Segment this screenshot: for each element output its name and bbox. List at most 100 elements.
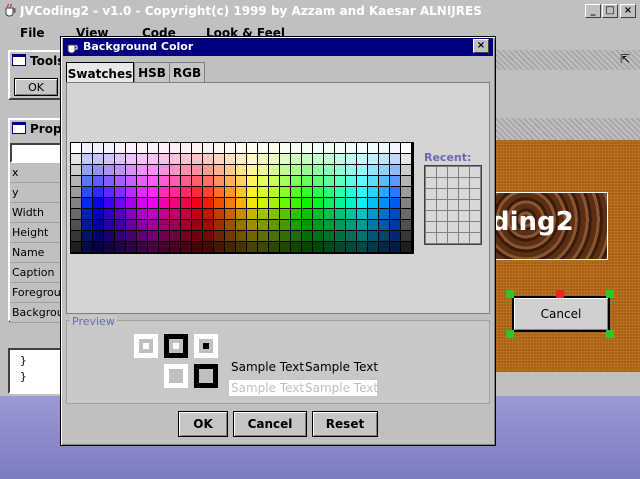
color-swatch[interactable] xyxy=(379,209,389,219)
color-swatch[interactable] xyxy=(269,154,279,164)
color-swatch[interactable] xyxy=(258,209,268,219)
color-swatch[interactable] xyxy=(71,176,81,186)
color-swatch[interactable] xyxy=(225,220,235,230)
color-swatch[interactable] xyxy=(269,220,279,230)
color-swatch[interactable] xyxy=(302,143,312,153)
color-swatch[interactable] xyxy=(357,220,367,230)
color-swatch[interactable] xyxy=(170,242,180,252)
color-swatch[interactable] xyxy=(324,154,334,164)
color-swatch[interactable] xyxy=(159,154,169,164)
color-swatch[interactable] xyxy=(390,198,400,208)
color-swatch[interactable] xyxy=(258,176,268,186)
color-swatch[interactable] xyxy=(324,242,334,252)
color-swatch[interactable] xyxy=(82,165,92,175)
recent-swatch[interactable] xyxy=(448,211,458,221)
color-swatch[interactable] xyxy=(203,231,213,241)
color-swatch[interactable] xyxy=(214,187,224,197)
color-swatch[interactable] xyxy=(137,242,147,252)
color-swatch[interactable] xyxy=(159,220,169,230)
color-swatch[interactable] xyxy=(346,165,356,175)
color-swatch[interactable] xyxy=(302,242,312,252)
cancel-button[interactable]: Cancel xyxy=(233,411,307,437)
recent-swatch[interactable] xyxy=(470,189,480,199)
color-swatch[interactable] xyxy=(148,143,158,153)
color-swatch[interactable] xyxy=(247,209,257,219)
color-swatch[interactable] xyxy=(313,198,323,208)
recent-swatch[interactable] xyxy=(426,222,436,232)
color-swatch[interactable] xyxy=(148,231,158,241)
color-swatch[interactable] xyxy=(203,198,213,208)
color-swatch[interactable] xyxy=(379,231,389,241)
color-swatch[interactable] xyxy=(379,154,389,164)
color-swatch[interactable] xyxy=(291,187,301,197)
color-swatch[interactable] xyxy=(368,187,378,197)
color-swatch[interactable] xyxy=(280,242,290,252)
color-swatch[interactable] xyxy=(225,242,235,252)
color-swatch[interactable] xyxy=(126,198,136,208)
recent-swatch[interactable] xyxy=(426,167,436,177)
color-swatch[interactable] xyxy=(236,176,246,186)
tools-ok-button[interactable]: OK xyxy=(14,78,58,96)
color-swatch[interactable] xyxy=(236,220,246,230)
recent-swatch[interactable] xyxy=(437,178,447,188)
color-swatch[interactable] xyxy=(291,209,301,219)
color-swatch[interactable] xyxy=(335,187,345,197)
color-swatch[interactable] xyxy=(269,198,279,208)
color-swatch[interactable] xyxy=(93,220,103,230)
color-swatch[interactable] xyxy=(346,187,356,197)
color-swatch[interactable] xyxy=(192,242,202,252)
color-swatch[interactable] xyxy=(181,165,191,175)
color-swatch[interactable] xyxy=(93,209,103,219)
color-swatch[interactable] xyxy=(126,242,136,252)
color-swatch[interactable] xyxy=(379,176,389,186)
color-swatch[interactable] xyxy=(225,165,235,175)
color-swatch[interactable] xyxy=(390,165,400,175)
recent-swatch[interactable] xyxy=(470,178,480,188)
color-swatch[interactable] xyxy=(368,165,378,175)
color-swatch[interactable] xyxy=(214,209,224,219)
color-swatch[interactable] xyxy=(159,165,169,175)
color-swatch[interactable] xyxy=(82,176,92,186)
color-swatch[interactable] xyxy=(115,198,125,208)
color-swatch[interactable] xyxy=(82,198,92,208)
color-swatch[interactable] xyxy=(291,220,301,230)
color-swatch[interactable] xyxy=(247,198,257,208)
color-swatch[interactable] xyxy=(313,187,323,197)
color-swatch[interactable] xyxy=(335,198,345,208)
color-swatch[interactable] xyxy=(148,209,158,219)
color-swatch[interactable] xyxy=(324,176,334,186)
color-swatch[interactable] xyxy=(335,231,345,241)
menu-file[interactable]: File xyxy=(20,26,45,40)
color-swatch[interactable] xyxy=(137,220,147,230)
color-swatch[interactable] xyxy=(379,242,389,252)
color-swatch[interactable] xyxy=(181,242,191,252)
color-swatch[interactable] xyxy=(203,165,213,175)
color-swatch[interactable] xyxy=(357,209,367,219)
recent-swatch[interactable] xyxy=(459,178,469,188)
color-swatch[interactable] xyxy=(159,242,169,252)
color-swatch[interactable] xyxy=(302,231,312,241)
color-swatch[interactable] xyxy=(126,231,136,241)
recent-swatch[interactable] xyxy=(459,200,469,210)
color-swatch[interactable] xyxy=(368,220,378,230)
color-swatch[interactable] xyxy=(401,242,411,252)
color-swatch[interactable] xyxy=(181,187,191,197)
color-swatch[interactable] xyxy=(368,231,378,241)
color-swatch[interactable] xyxy=(357,143,367,153)
color-swatch[interactable] xyxy=(280,176,290,186)
color-swatch[interactable] xyxy=(214,242,224,252)
selection-handle[interactable] xyxy=(606,290,614,298)
color-swatch[interactable] xyxy=(225,198,235,208)
color-swatch[interactable] xyxy=(93,143,103,153)
color-swatch[interactable] xyxy=(335,154,345,164)
color-swatch[interactable] xyxy=(181,209,191,219)
color-swatch[interactable] xyxy=(258,242,268,252)
color-swatch[interactable] xyxy=(93,198,103,208)
color-swatch[interactable] xyxy=(335,242,345,252)
color-swatch[interactable] xyxy=(93,176,103,186)
color-swatch[interactable] xyxy=(368,143,378,153)
color-swatch[interactable] xyxy=(302,187,312,197)
color-swatch[interactable] xyxy=(324,165,334,175)
swatch-grid[interactable] xyxy=(70,142,414,254)
color-swatch[interactable] xyxy=(115,209,125,219)
